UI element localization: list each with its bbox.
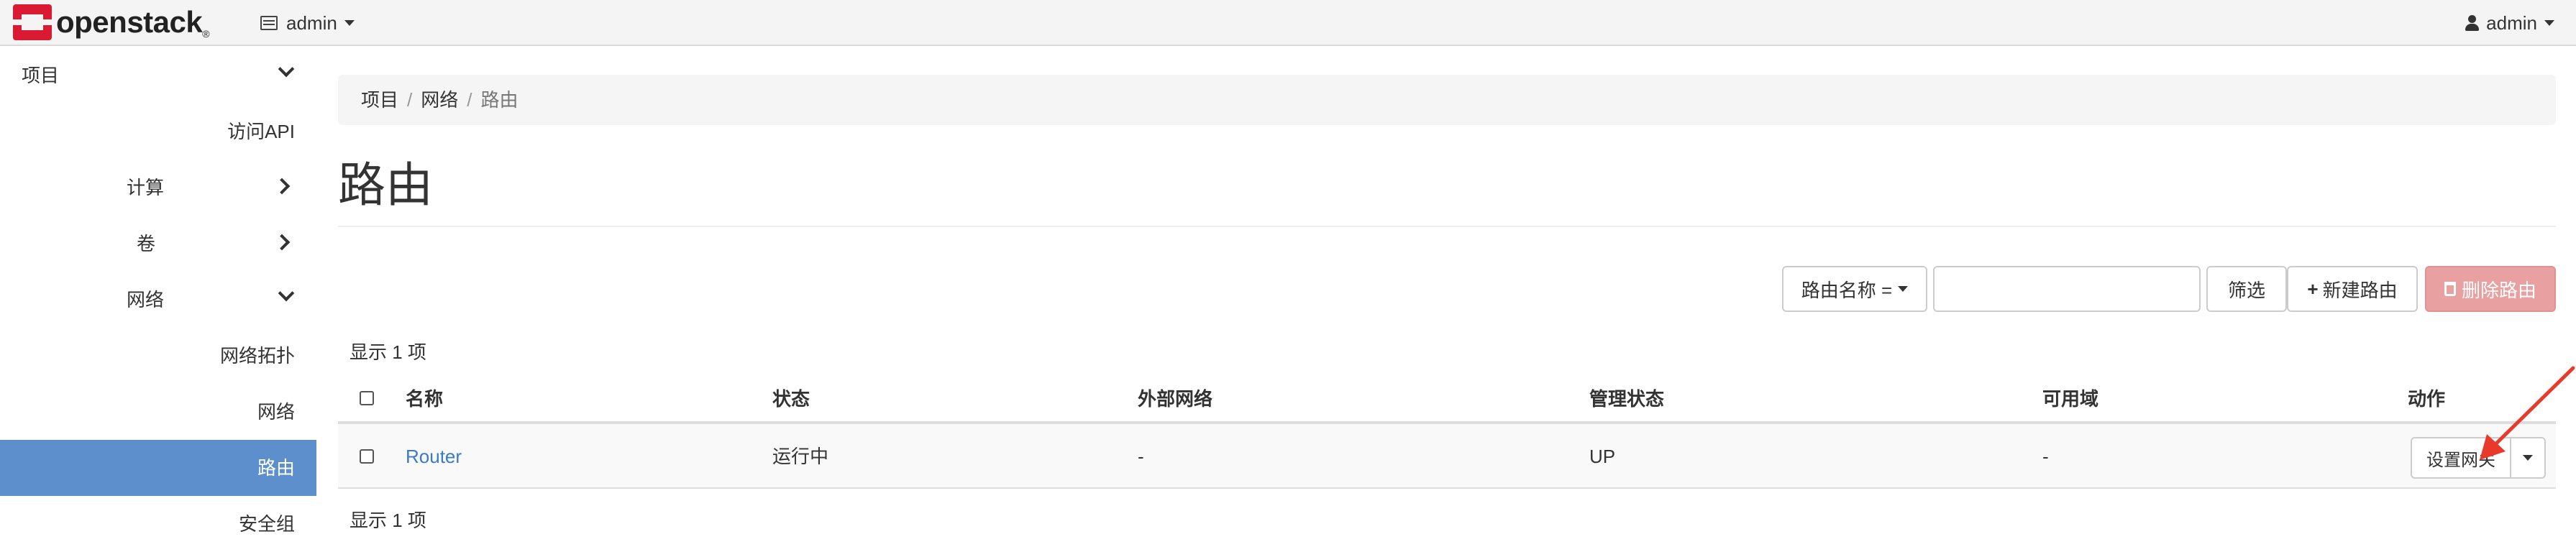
breadcrumb-item[interactable]: 网络 [421,89,458,111]
item-count-bottom: 显示 1 项 [350,510,426,531]
filter-button-label: 筛选 [2227,279,2265,301]
sidebar-item-label: 卷 [137,233,156,254]
project-name: admin [286,12,337,34]
sidebar-item-routers[interactable]: 路由 [0,440,316,496]
user-icon [2465,15,2480,31]
table-row: Router 运行中 - UP - 设置网关 [338,424,2556,489]
create-router-label: 新建路由 [2322,279,2398,301]
brand-registered-mark: ® [202,28,210,40]
sidebar-item-security-groups[interactable]: 安全组 [0,496,316,552]
brand-name: openstack [56,5,203,39]
router-external-network: - [1138,446,1144,467]
sidebar-item-label: 路由 [257,457,295,479]
sidebar-item-api-access[interactable]: 访问API [0,104,316,160]
delete-router-button[interactable]: 删除路由 [2425,266,2556,312]
sidebar-item-label: 访问API [227,121,295,142]
item-count-top: 显示 1 项 [350,341,426,363]
sidebar-item-label: 网络拓扑 [219,345,295,367]
user-menu[interactable]: admin [2465,0,2554,46]
breadcrumb: 项目 / 网络 / 路由 [338,75,2556,125]
sidebar-item-compute[interactable]: 计算 [0,160,316,216]
project-switcher[interactable]: admin [260,0,355,46]
select-all-checkbox[interactable] [360,391,374,405]
sidebar-item-label: 网络 [257,401,295,423]
sidebar-item-label: 项目 [22,65,60,86]
chevron-right-icon [273,178,291,195]
sidebar-item-label: 计算 [127,177,165,198]
sidebar-item-networks[interactable]: 网络 [0,384,316,440]
chevron-right-icon [273,234,291,251]
column-header-actions: 动作 [2408,388,2446,410]
top-navbar: openstack® admin admin [0,0,2576,46]
user-name: admin [2486,12,2537,34]
openstack-logo[interactable]: openstack® [13,4,210,40]
breadcrumb-separator: / [467,89,472,111]
title-divider [338,226,2556,227]
project-icon [260,16,278,30]
filter-input[interactable] [1933,266,2201,312]
filter-field-select[interactable]: 路由名称 = [1782,266,1927,312]
caret-down-icon [344,20,355,26]
delete-router-label: 删除路由 [2461,279,2536,301]
column-header-status[interactable]: 状态 [772,374,810,424]
sidebar-item-label: 安全组 [238,513,295,535]
sidebar: 项目 访问API 计算 卷 网络 网络拓扑 网络 路由 安全组 [0,47,316,551]
page-title: 路由 [338,158,433,211]
breadcrumb-current: 路由 [480,89,519,111]
trash-icon [2444,282,2456,296]
caret-down-icon [2544,20,2554,26]
openstack-logo-icon [13,4,52,40]
filter-field-label: 路由名称 = [1801,279,1893,301]
column-header-availability-zone[interactable]: 可用域 [2042,374,2098,424]
chevron-down-icon [278,60,295,78]
annotation-arrow-icon [2480,366,2575,460]
sidebar-item-label: 网络 [127,289,165,310]
column-header-admin-state[interactable]: 管理状态 [1589,374,1664,424]
column-header-name[interactable]: 名称 [406,374,443,424]
sidebar-item-volumes[interactable]: 卷 [0,216,316,272]
table-header: 名称 状态 外部网络 管理状态 可用域 动作 [338,374,2556,424]
sidebar-item-network-topology[interactable]: 网络拓扑 [0,328,316,384]
row-checkbox[interactable] [360,449,374,464]
create-router-button[interactable]: + 新建路由 [2287,266,2418,312]
plus-icon: + [2307,277,2319,300]
router-availability-zone: - [2042,446,2049,467]
sidebar-item-network[interactable]: 网络 [0,272,316,328]
chevron-down-icon [278,285,295,302]
sidebar-item-project[interactable]: 项目 [0,47,316,104]
caret-down-icon [1898,286,1909,292]
router-status: 运行中 [772,446,829,467]
router-admin-state: UP [1589,446,1616,467]
router-name-link[interactable]: Router [406,424,462,489]
filter-button[interactable]: 筛选 [2206,266,2287,312]
routers-table: 名称 状态 外部网络 管理状态 可用域 动作 Router 运行中 - UP -… [338,374,2556,489]
breadcrumb-item[interactable]: 项目 [361,89,398,111]
column-header-external-network[interactable]: 外部网络 [1138,374,1212,424]
breadcrumb-separator: / [407,89,413,111]
